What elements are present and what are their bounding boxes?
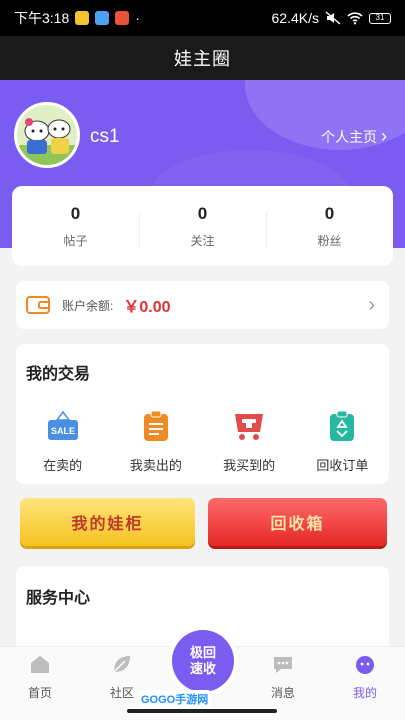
status-bar: 下午3:18 · 62.4K/s 31	[0, 0, 405, 36]
chat-bubble-icon	[274, 657, 292, 673]
recycle-clipboard-icon	[330, 410, 355, 441]
page-title: 娃主圈	[174, 49, 231, 69]
trade-item-label: 我卖出的	[129, 458, 182, 473]
stat-label: 关注	[190, 233, 215, 248]
service-center-title: 服务中心	[26, 590, 91, 607]
mute-icon	[325, 11, 341, 25]
sale-tag-text: SALE	[51, 426, 75, 436]
trade-item-recycle-orders[interactable]: 回收订单	[296, 410, 389, 474]
shopping-cart-icon	[235, 414, 264, 440]
nav-bar: 娃主圈	[0, 36, 405, 80]
sale-tag-icon: SALE	[47, 410, 78, 440]
chevron-right-icon: ›	[368, 293, 375, 316]
watermark-logo: GOGO手游网	[138, 690, 212, 708]
stat-following[interactable]: 0 关注	[139, 204, 266, 249]
stat-label: 帖子	[63, 233, 88, 248]
wallet-icon	[26, 296, 50, 314]
trade-item-label: 在卖的	[43, 458, 83, 473]
my-trades-card: 我的交易 SALE 在卖的 我卖出的 我买到的 回收订单	[16, 344, 389, 484]
stats-card: 0 帖子 0 关注 0 粉丝	[12, 186, 393, 266]
stat-label: 粉丝	[317, 233, 342, 248]
trade-item-label: 我买到的	[223, 458, 276, 473]
trade-item-bought[interactable]: 我买到的	[203, 410, 296, 474]
status-more-dot: ·	[135, 10, 140, 26]
clipboard-list-icon	[143, 410, 168, 441]
notification-app-icon	[115, 11, 130, 25]
tab-messages[interactable]: 消息	[253, 653, 313, 701]
notification-app-icon	[95, 11, 110, 25]
tab-mine[interactable]: 我的	[335, 653, 395, 701]
balance-label: 账户余额:	[62, 298, 114, 313]
tab-home[interactable]: 首页	[10, 653, 70, 701]
stat-value: 0	[70, 203, 81, 223]
profile-face-icon	[356, 656, 374, 674]
leaf-icon	[113, 656, 130, 673]
balance-amount: ￥0.00	[123, 299, 171, 316]
tab-label: 首页	[27, 686, 52, 700]
account-balance-row[interactable]: 账户余额: ￥0.00 ›	[16, 281, 389, 329]
wifi-icon	[347, 12, 363, 25]
battery-icon: 31	[369, 12, 391, 24]
status-time: 下午3:18	[14, 10, 70, 26]
avatar-image-icon	[17, 105, 77, 165]
username: cs1	[90, 126, 120, 147]
personal-homepage-link[interactable]: 个人主页 ›	[321, 126, 387, 147]
stat-value: 0	[197, 203, 208, 223]
chevron-right-icon: ›	[381, 126, 387, 146]
quick-recycle-label: 极回 速收	[189, 645, 216, 676]
tab-label: 消息	[270, 686, 295, 700]
stat-followers[interactable]: 0 粉丝	[266, 204, 393, 249]
home-indicator[interactable]	[127, 709, 277, 713]
my-trades-title: 我的交易	[26, 366, 91, 383]
stat-posts[interactable]: 0 帖子	[12, 204, 139, 249]
tab-label: 我的	[352, 686, 377, 700]
personal-homepage-label: 个人主页	[321, 128, 377, 145]
home-icon	[31, 656, 49, 673]
avatar[interactable]	[14, 102, 80, 168]
trade-item-label: 回收订单	[316, 458, 369, 473]
my-doll-cabinet-button[interactable]: 我的娃柜	[20, 498, 195, 546]
stat-value: 0	[324, 203, 335, 223]
trade-item-selling[interactable]: SALE 在卖的	[16, 410, 109, 474]
recycle-bin-button[interactable]: 回收箱	[208, 498, 387, 546]
quick-recycle-button[interactable]: 极回 速收	[172, 630, 234, 692]
network-speed: 62.4K/s	[271, 10, 319, 26]
notification-app-icon	[75, 11, 90, 25]
trade-item-sold[interactable]: 我卖出的	[109, 410, 202, 474]
